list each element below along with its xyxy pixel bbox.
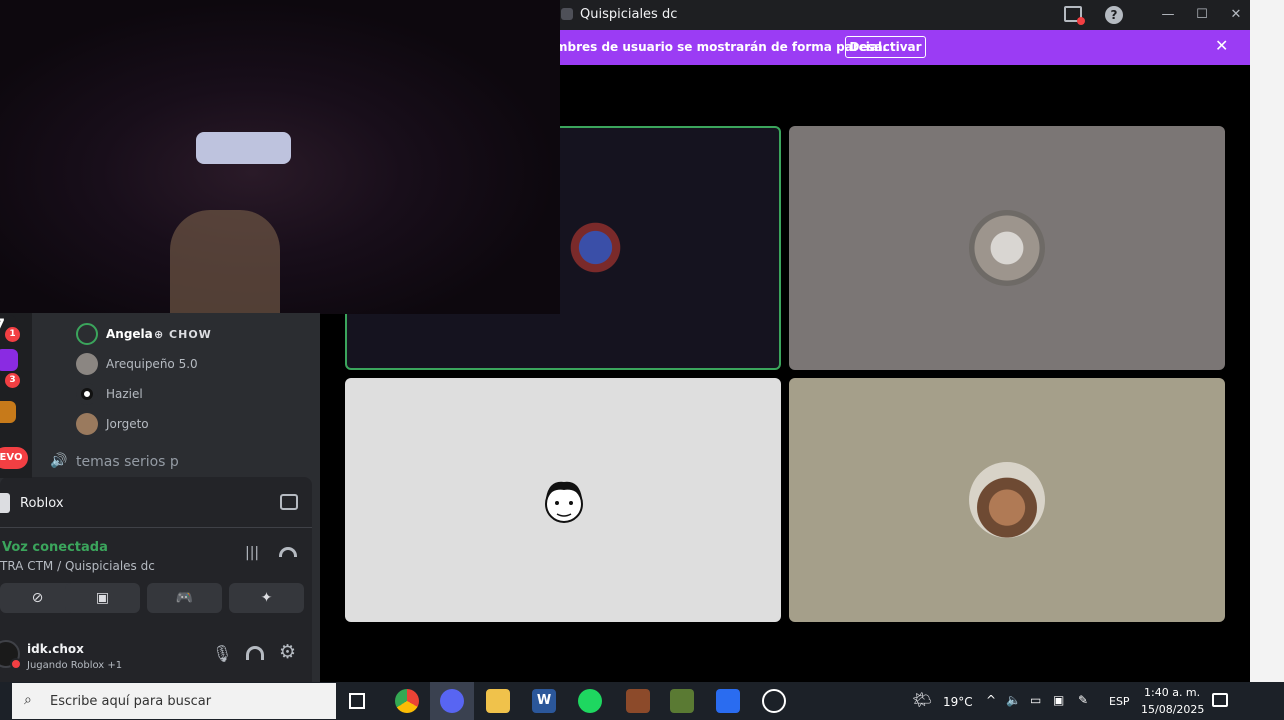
background-window-edge (1250, 0, 1284, 682)
close-window-button[interactable]: ✕ (1225, 5, 1247, 25)
disconnect-icon[interactable] (279, 547, 297, 557)
screen-share-icon: ▣ (95, 590, 110, 606)
participant-avatar (545, 481, 583, 523)
channel-sidebar: Angela ⊕ CHOW Arequipeño 5.0 Haziel Jorg… (0, 313, 320, 682)
new-badge[interactable]: EVO (0, 447, 28, 469)
microphone-icon[interactable]: 🎙 (212, 644, 232, 663)
glasses-glare (196, 132, 291, 164)
obs-icon[interactable] (762, 689, 786, 713)
maximize-button[interactable]: ☐ (1191, 5, 1213, 25)
member-name: Angela (106, 327, 153, 341)
language-indicator[interactable]: ESP (1109, 695, 1130, 708)
server-rail: 7 1 3 EVO (0, 313, 32, 478)
divider (0, 527, 312, 528)
member-name: Jorgeto (106, 417, 149, 431)
clock-date[interactable]: 15/08/2025 (1141, 703, 1204, 716)
voice-channel[interactable]: 🔊 temas serios p (50, 452, 310, 472)
member-name: Arequipeño 5.0 (106, 357, 198, 371)
voice-member[interactable]: Haziel (76, 381, 306, 407)
username[interactable]: idk.chox (27, 642, 84, 656)
soundboard-icon: ✦ (260, 590, 273, 606)
taskbar: ⌕ Escribe aquí para buscar W 🌤 19°C ^ 🔈 … (0, 682, 1284, 720)
file-explorer-icon[interactable] (486, 689, 510, 713)
help-icon[interactable]: ? (1105, 6, 1123, 24)
gamepad-icon: 🎮 (175, 590, 194, 606)
chevron-up-icon[interactable]: ^ (986, 693, 996, 707)
spotify-icon[interactable] (578, 689, 602, 713)
voice-connected-label[interactable]: Voz conectada (2, 540, 108, 555)
unread-badge: 1 (5, 327, 20, 342)
member-tag: ⊕ CHOW (154, 328, 212, 341)
channel-name: temas serios p (76, 454, 179, 470)
winrar-icon[interactable] (626, 689, 650, 713)
roblox-icon (0, 493, 10, 513)
activities-button[interactable]: 🎮 (147, 583, 222, 613)
camera-off-icon: ⊘ (31, 590, 44, 606)
settings-gear-icon[interactable]: ⚙ (279, 641, 296, 663)
member-avatar (76, 383, 98, 405)
volume-icon[interactable]: 🔈 (1006, 693, 1021, 707)
headphones-icon[interactable] (246, 646, 264, 660)
member-avatar (76, 353, 98, 375)
roblox-studio-icon[interactable] (716, 689, 740, 713)
clock-time[interactable]: 1:40 a. m. (1144, 686, 1200, 699)
member-name: Haziel (106, 387, 143, 401)
soundboard-button[interactable]: ✦ (229, 583, 304, 613)
banner-text: mbres de usuario se mostrarán de forma p… (555, 40, 887, 54)
unread-badge: 3 (5, 373, 20, 388)
chrome-icon[interactable] (395, 689, 419, 713)
user-avatar[interactable] (0, 640, 22, 670)
video-off-button[interactable]: ⊘ (0, 583, 75, 613)
status-dot (10, 658, 22, 670)
user-panel: Roblox Voz conectada TRA CTM / Quispicia… (0, 477, 312, 682)
activity-name: Roblox (20, 496, 64, 511)
participant-tile[interactable] (789, 126, 1225, 370)
speaker-icon: 🔊 (50, 453, 68, 469)
member-avatar (76, 413, 98, 435)
voice-member[interactable]: Jorgeto (76, 411, 306, 437)
weather-icon[interactable]: 🌤 (912, 690, 932, 709)
participant-avatar (557, 216, 627, 286)
minimize-button[interactable]: — (1157, 5, 1179, 25)
voice-member[interactable]: Arequipeño 5.0 (76, 351, 306, 377)
participant-tile[interactable] (789, 378, 1225, 622)
discord-icon[interactable] (440, 689, 464, 713)
voice-location[interactable]: TRA CTM / Quispiciales dc (0, 559, 155, 573)
pen-icon[interactable]: ✎ (1078, 693, 1088, 707)
user-status: Jugando Roblox +1 (27, 660, 123, 671)
notifications-icon[interactable] (1212, 693, 1228, 707)
window-title: Quispiciales dc (580, 7, 678, 22)
person-silhouette (170, 210, 280, 314)
banner-close-icon[interactable]: ✕ (1215, 36, 1228, 55)
search-icon: ⌕ (24, 692, 32, 708)
server-icon[interactable] (0, 349, 18, 371)
temperature[interactable]: 19°C (943, 695, 973, 709)
minecraft-icon[interactable] (670, 689, 694, 713)
word-icon[interactable]: W (532, 689, 556, 713)
participant-avatar (969, 210, 1045, 286)
camera-preview (0, 0, 560, 314)
noise-suppression-icon[interactable]: ||| (245, 545, 259, 561)
member-avatar (76, 323, 98, 345)
voice-member[interactable]: Angela ⊕ CHOW (76, 321, 306, 347)
notice-banner: mbres de usuario se mostrarán de forma p… (555, 30, 1251, 65)
deactivate-button[interactable]: Desactivar (845, 36, 926, 58)
stream-activity-icon[interactable] (280, 494, 298, 510)
network-icon[interactable]: ▣ (1053, 693, 1064, 707)
app-icon (561, 8, 573, 20)
task-view-icon[interactable] (349, 693, 365, 709)
search-placeholder: Escribe aquí para buscar (50, 694, 212, 709)
participant-tile[interactable] (345, 378, 781, 622)
battery-icon[interactable]: ▭ (1030, 693, 1041, 707)
taskbar-search[interactable]: ⌕ Escribe aquí para buscar (12, 683, 336, 719)
participant-avatar (969, 462, 1045, 538)
server-icon[interactable] (0, 401, 16, 423)
account-bar: idk.chox Jugando Roblox +1 🎙 ⚙ (0, 630, 312, 682)
share-screen-button[interactable]: ▣ (65, 583, 140, 613)
screen-share-icon[interactable] (1064, 6, 1085, 25)
